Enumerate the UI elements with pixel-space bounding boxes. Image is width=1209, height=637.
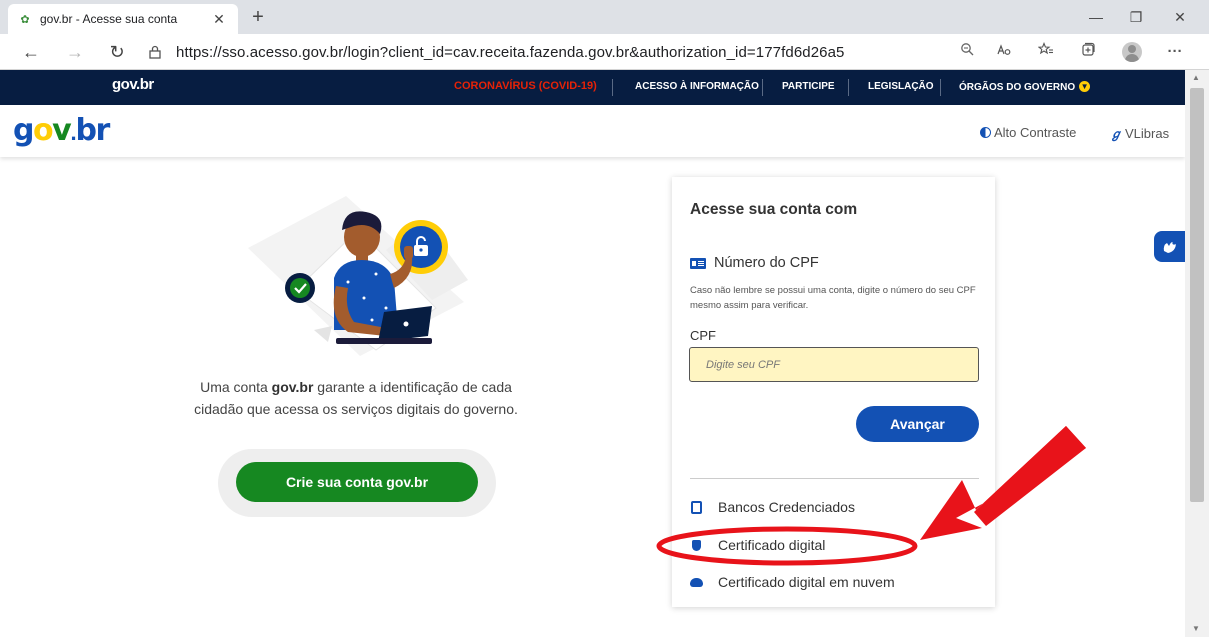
reading-view-icon[interactable] [992,40,1016,64]
page-scrollbar[interactable]: ▲ ▼ [1185,70,1209,637]
zoom-icon[interactable] [955,40,979,64]
gov-strip-logo[interactable]: gov.br [112,76,154,93]
strip-link-legislacao[interactable]: LEGISLAÇÃO [868,81,934,92]
scrollbar-thumb[interactable] [1190,88,1204,502]
option-certificado-digital[interactable]: Certificado digital [690,537,825,553]
divider [690,478,979,479]
option-certificado-nuvem[interactable]: Certificado digital em nuvem [690,574,895,590]
chevron-down-icon: ▼ [1079,81,1091,92]
tab-close-icon[interactable]: ✕ [210,11,228,28]
strip-link-participe[interactable]: PARTICIPE [782,81,835,92]
minimize-button[interactable]: — [1076,4,1116,30]
browser-tab[interactable]: ✿ gov.br - Acesse sua conta ✕ [8,4,238,34]
contrast-icon [980,127,991,138]
cpf-label: CPF [690,328,716,343]
option-label: Certificado digital em nuvem [718,574,895,590]
logo-letter: o [32,113,54,148]
option-bancos-credenciados[interactable]: Bancos Credenciados [690,499,855,515]
site-header: gov.br Alto Contraste ℊ VLibras [0,105,1185,157]
cpf-section-label: Número do CPF [714,255,819,271]
logo-letter: g [13,113,34,148]
gov-top-bar: gov.br CORONAVÍRUS (COVID-19) ACESSO À I… [0,70,1185,105]
maximize-button[interactable]: ❐ [1116,4,1156,30]
intro-text: Uma conta gov.br garante a identificação… [186,376,526,420]
collections-icon[interactable] [1076,40,1100,64]
settings-more-button[interactable]: ··· [1163,40,1187,64]
vlibras-floating-button[interactable] [1154,231,1185,262]
govbr-favicon-icon: ✿ [20,13,30,26]
favorites-icon[interactable] [1034,40,1058,64]
strip-separator [762,79,763,96]
login-title: Acesse sua conta com [690,201,858,218]
vlibras-link[interactable]: ℊ VLibras [1110,125,1169,142]
high-contrast-label: Alto Contraste [994,125,1077,140]
scroll-down-icon[interactable]: ▼ [1192,624,1200,633]
url-field[interactable]: https://sso.acesso.gov.br/login?client_i… [144,38,1004,66]
vlibras-label: VLibras [1125,126,1170,141]
forward-button[interactable]: → [62,40,88,64]
browser-tab-bar: ✿ gov.br - Acesse sua conta ✕ + — ❐ ✕ [0,0,1209,34]
strip-link-orgaos-governo[interactable]: ÓRGÃOS DO GOVERNO ▼ [959,81,1091,93]
url-text: https://sso.acesso.gov.br/login?client_i… [176,43,845,61]
next-button[interactable]: Avançar [856,406,979,442]
login-card: Acesse sua conta com Número do CPF Caso … [672,177,995,607]
option-label: Bancos Credenciados [718,499,855,515]
cpf-hint: Caso não lembre se possui uma conta, dig… [690,285,976,311]
high-contrast-toggle[interactable]: Alto Contraste [980,125,1076,140]
hands-icon [1163,240,1176,253]
strip-separator [612,79,613,96]
strip-link-acesso-informacao[interactable]: ACESSO À INFORMAÇÃO [635,81,759,92]
back-button[interactable]: ← [18,40,44,64]
cpf-input[interactable] [689,347,979,382]
scroll-up-icon[interactable]: ▲ [1192,73,1200,82]
option-label: Certificado digital [718,537,826,553]
shield-icon [690,539,703,552]
create-account-button[interactable]: Crie sua conta gov.br [236,462,478,502]
cpf-section-heading: Número do CPF [690,255,819,271]
logo-letter: br [75,113,111,148]
strip-link-covid[interactable]: CORONAVÍRUS (COVID-19) [454,80,597,92]
profile-avatar[interactable] [1122,42,1142,62]
intro-bold: gov.br [271,379,314,395]
window-close-button[interactable]: ✕ [1160,4,1200,30]
strip-separator [848,79,849,96]
reload-button[interactable]: ↻ [104,40,130,64]
libras-hand-icon: ℊ [1110,127,1123,141]
logo-letter: v [52,113,72,148]
intro-prefix: Uma conta [200,379,272,395]
bank-icon [690,500,703,514]
id-card-icon [690,257,706,269]
lock-icon[interactable] [144,42,166,62]
govbr-logo[interactable]: gov.br [13,113,111,148]
new-tab-button[interactable]: + [246,6,270,30]
hero-illustration [236,190,472,360]
address-bar: ← → ↻ https://sso.acesso.gov.br/login?cl… [0,34,1209,70]
strip-link-orgaos-label: ÓRGÃOS DO GOVERNO [959,82,1076,93]
strip-separator [940,79,941,96]
tab-title: gov.br - Acesse sua conta [40,12,178,26]
cloud-icon [690,576,703,589]
